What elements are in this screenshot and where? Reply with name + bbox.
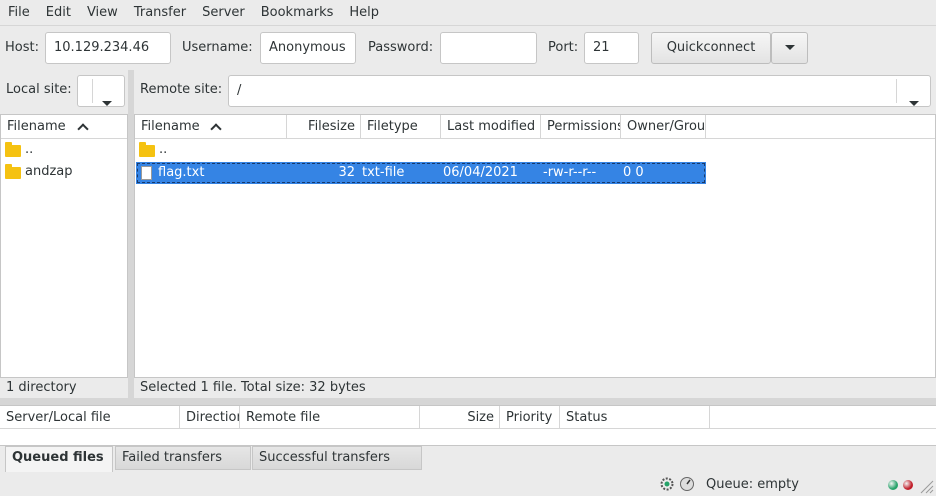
local-site-label: Local site: — [6, 82, 72, 97]
remote-col-filetype[interactable]: Filetype — [361, 115, 441, 139]
local-status-text: 1 directory — [6, 380, 77, 395]
resize-grip-icon[interactable] — [918, 478, 934, 494]
tab-failed-transfers[interactable]: Failed transfers — [115, 446, 251, 470]
port-input[interactable]: 21 — [584, 32, 639, 64]
queue-col-remote-file[interactable]: Remote file — [240, 406, 420, 430]
file-size: 32 — [338, 165, 355, 180]
queue-list — [0, 429, 936, 446]
host-input[interactable]: 10.129.234.46 — [45, 32, 171, 64]
queue-col-size[interactable]: Size — [420, 406, 500, 430]
sort-ascending-icon — [77, 123, 89, 135]
send-led-icon — [903, 480, 913, 490]
list-item-label: .. — [25, 142, 34, 157]
menu-help[interactable]: Help — [341, 0, 387, 25]
file-modified: 06/04/2021 — [443, 165, 518, 180]
parent-dir-label: .. — [159, 142, 168, 157]
remote-col-filename-label: Filename — [141, 119, 200, 134]
local-site-input[interactable] — [78, 76, 92, 106]
menu-view[interactable]: View — [79, 0, 126, 25]
menu-edit[interactable]: Edit — [38, 0, 79, 25]
table-row[interactable]: flag.txt 32 txt-file 06/04/2021 -rw-r--r… — [136, 162, 706, 184]
username-input[interactable]: Anonymous — [260, 32, 356, 64]
status-bar: Queue: empty — [0, 472, 936, 496]
password-label: Password: — [368, 40, 434, 55]
tab-queued-files[interactable]: Queued files — [5, 446, 113, 472]
list-item[interactable]: .. — [1, 139, 127, 161]
table-row[interactable]: .. — [135, 139, 706, 161]
quickconnect-button[interactable]: Quickconnect — [651, 32, 771, 64]
queue-col-server-local-file[interactable]: Server/Local file — [0, 406, 180, 430]
local-site-combo[interactable] — [77, 75, 125, 107]
queue-list-header: Server/Local file Direction Remote file … — [0, 405, 936, 430]
queue-status-text: Queue: empty — [706, 477, 799, 492]
speed-limit-icon[interactable] — [679, 476, 695, 492]
gear-icon[interactable] — [659, 476, 675, 492]
folder-icon — [5, 164, 21, 179]
host-label: Host: — [5, 40, 39, 55]
menu-file[interactable]: File — [0, 0, 38, 25]
remote-site-combo[interactable]: / — [228, 75, 931, 107]
remote-status-text: Selected 1 file. Total size: 32 bytes — [140, 380, 366, 395]
menu-server[interactable]: Server — [194, 0, 253, 25]
queue-tabs: Queued files Failed transfers Successful… — [0, 446, 936, 472]
local-file-list: Filename .. andzap — [0, 114, 128, 378]
remote-list-header: Filename Filesize Filetype Last modified… — [135, 115, 935, 139]
text-file-icon — [141, 166, 152, 180]
chevron-down-icon[interactable] — [102, 101, 112, 106]
divider — [92, 79, 93, 103]
local-list-header: Filename — [1, 115, 127, 139]
file-name: flag.txt — [158, 165, 205, 180]
password-input[interactable] — [440, 32, 537, 64]
port-label: Port: — [548, 40, 579, 55]
receive-led-icon — [888, 480, 898, 490]
queue-col-status[interactable]: Status — [560, 406, 710, 430]
remote-col-last-modified[interactable]: Last modified — [441, 115, 541, 139]
local-col-filename[interactable]: Filename — [1, 115, 127, 139]
local-col-filename-label: Filename — [7, 119, 66, 134]
tab-successful-transfers[interactable]: Successful transfers — [252, 446, 422, 470]
quickconnect-bar: Host: 10.129.234.46 Username: Anonymous … — [0, 25, 936, 69]
file-owner-group: 0 0 — [623, 165, 644, 180]
queue-splitter[interactable] — [0, 398, 936, 405]
remote-col-owner-group[interactable]: Owner/Group — [621, 115, 706, 139]
menu-bookmarks[interactable]: Bookmarks — [253, 0, 342, 25]
remote-site-bar: Remote site: / — [134, 70, 936, 114]
sort-ascending-icon — [210, 123, 222, 135]
local-status-area: 1 directory — [0, 378, 128, 398]
remote-status-area: Selected 1 file. Total size: 32 bytes — [134, 378, 936, 398]
folder-icon — [139, 142, 155, 157]
chevron-down-icon — [784, 45, 795, 50]
remote-site-input[interactable]: / — [237, 76, 241, 106]
local-site-bar: Local site: — [0, 70, 130, 114]
list-item[interactable]: andzap — [1, 161, 127, 183]
remote-site-label: Remote site: — [140, 82, 223, 97]
list-item-label: andzap — [25, 164, 73, 179]
menu-bar: File Edit View Transfer Server Bookmarks… — [0, 0, 936, 25]
remote-col-permissions[interactable]: Permissions — [541, 115, 621, 139]
queue-col-priority[interactable]: Priority — [500, 406, 560, 430]
username-label: Username: — [182, 40, 253, 55]
file-type: txt-file — [362, 165, 405, 180]
folder-icon — [5, 142, 21, 157]
chevron-down-icon[interactable] — [909, 101, 919, 106]
remote-col-filesize[interactable]: Filesize — [287, 115, 361, 139]
file-permissions: -rw-r--r-- — [543, 165, 597, 180]
quickconnect-history-dropdown[interactable] — [771, 32, 808, 64]
remote-file-list: Filename Filesize Filetype Last modified… — [134, 114, 936, 378]
menu-transfer[interactable]: Transfer — [126, 0, 194, 25]
queue-col-direction[interactable]: Direction — [180, 406, 240, 430]
divider — [896, 79, 897, 103]
remote-col-filename[interactable]: Filename — [135, 115, 287, 139]
